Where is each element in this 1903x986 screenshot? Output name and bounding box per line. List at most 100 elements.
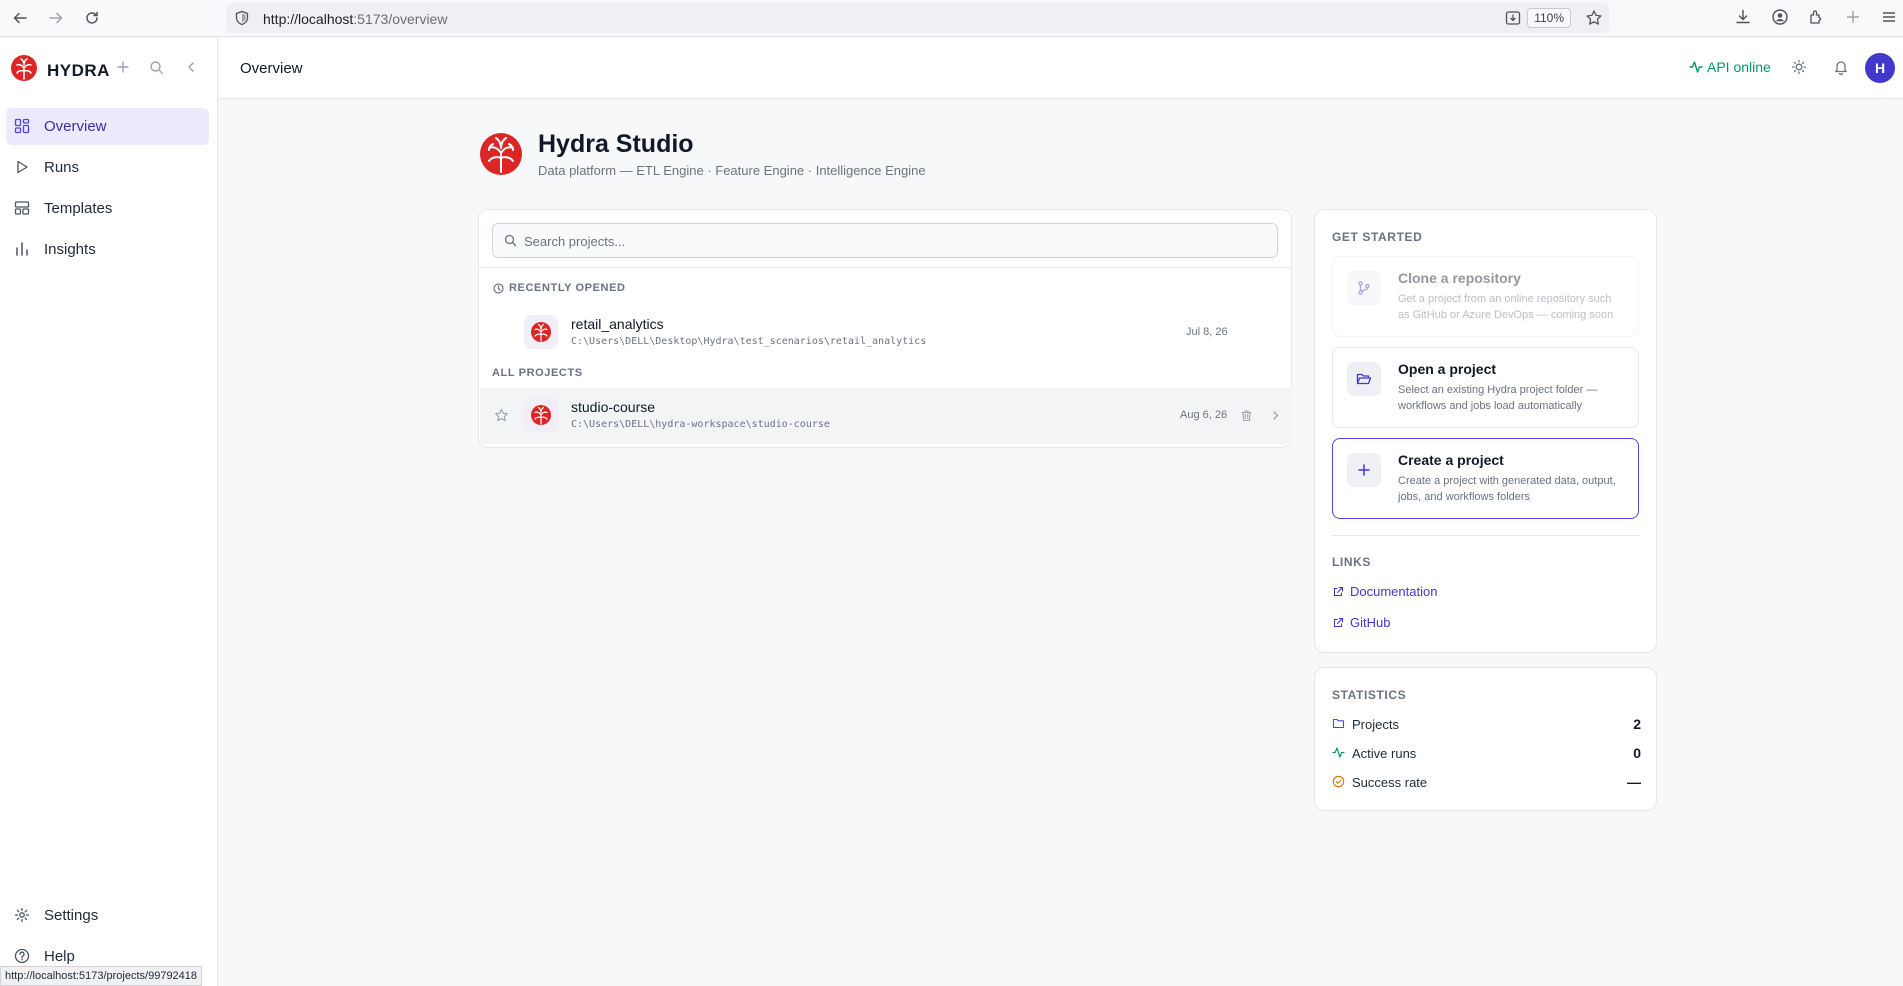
project-date: Aug 6, 26	[1180, 409, 1228, 421]
action-title: Create a project	[1398, 452, 1504, 468]
stat-active-runs: Active runs 0	[1332, 745, 1641, 763]
external-link-icon	[1332, 617, 1350, 629]
reload-icon[interactable]	[81, 7, 103, 29]
hero-subtitle: Data platform — ETL Engine · Feature Eng…	[538, 163, 926, 178]
extensions-icon[interactable]	[1807, 8, 1825, 26]
zoom-level[interactable]: 110%	[1527, 8, 1571, 28]
api-status-label: API online	[1707, 59, 1771, 75]
action-description: Get a project from an online repository …	[1398, 293, 1614, 321]
project-search[interactable]	[492, 223, 1278, 258]
new-tab-icon[interactable]	[1844, 8, 1862, 26]
forward-icon[interactable]	[45, 7, 67, 29]
stat-label: Active runs	[1352, 746, 1417, 761]
project-path: C:\Users\DELL\Desktop\Hydra\test_scenari…	[571, 336, 927, 347]
url-host: http://localhost	[263, 11, 354, 27]
bar-chart-icon	[14, 241, 30, 257]
hydra-logo-icon	[531, 322, 551, 342]
divider	[1332, 535, 1639, 536]
search-icon[interactable]	[149, 60, 164, 75]
clone-repository-button[interactable]: Clone a repository Get a project from an…	[1332, 256, 1639, 337]
project-row[interactable]: studio-course C:\Users\DELL\hydra-worksp…	[480, 388, 1292, 444]
app-header: Overview API online H	[219, 38, 1903, 99]
project-path: C:\Users\DELL\hydra-workspace\studio-cou…	[571, 419, 830, 430]
gear-icon	[14, 907, 30, 923]
sidebar-item-settings[interactable]: Settings	[6, 897, 209, 934]
get-started-card: GET STARTED Clone a repository Get a pro…	[1314, 209, 1657, 653]
add-icon[interactable]	[116, 60, 130, 74]
check-circle-icon	[1332, 775, 1345, 788]
stat-projects: Projects 2	[1332, 716, 1641, 734]
brand-name: HYDRA	[47, 61, 110, 80]
layout-icon	[14, 200, 30, 216]
link-label: Documentation	[1350, 584, 1438, 599]
menu-icon[interactable]	[1880, 8, 1898, 26]
collapse-sidebar-icon[interactable]	[184, 60, 198, 74]
sidebar-item-label: Templates	[44, 200, 113, 217]
user-avatar[interactable]: H	[1865, 53, 1895, 83]
projects-card: RECENTLY OPENED retail_analytics C:\User…	[478, 209, 1292, 448]
project-date: Jul 8, 26	[1186, 326, 1228, 338]
activity-icon	[1332, 746, 1345, 759]
sidebar-item-insights[interactable]: Insights	[6, 231, 209, 268]
hydra-logo-icon	[480, 133, 522, 175]
theme-toggle-sun-icon[interactable]	[1791, 59, 1807, 75]
shield-icon[interactable]	[234, 10, 250, 26]
page-title: Overview	[240, 60, 303, 77]
open-project-button[interactable]: Open a project Select an existing Hydra …	[1332, 347, 1639, 428]
sidebar-item-templates[interactable]: Templates	[6, 190, 209, 227]
clock-icon	[493, 282, 509, 294]
create-project-button[interactable]: Create a project Create a project with g…	[1332, 438, 1639, 519]
url-text[interactable]: http://localhost:5173/overview	[263, 11, 447, 27]
api-status-indicator[interactable]: API online	[1689, 59, 1771, 75]
address-bar[interactable]: http://localhost:5173/overview 110%	[226, 3, 1609, 33]
stat-value: 2	[1633, 716, 1641, 732]
project-name: retail_analytics	[571, 316, 664, 332]
statistics-card: STATISTICS Projects 2 Active runs 0 Succ…	[1314, 667, 1657, 811]
section-label-text: RECENTLY OPENED	[509, 282, 626, 294]
stat-value: —	[1627, 774, 1641, 790]
project-name: studio-course	[571, 399, 656, 415]
statistics-heading: STATISTICS	[1332, 688, 1407, 702]
hydra-studio-logo	[478, 131, 524, 177]
github-link[interactable]: GitHub	[1332, 615, 1390, 630]
documentation-link[interactable]: Documentation	[1332, 584, 1437, 599]
notifications-bell-icon[interactable]	[1833, 59, 1849, 75]
favorite-star-icon[interactable]	[494, 408, 509, 423]
sidebar-item-label: Settings	[44, 907, 99, 924]
sidebar-item-runs[interactable]: Runs	[6, 149, 209, 186]
search-input[interactable]	[524, 230, 1264, 252]
sidebar-item-overview[interactable]: Overview	[6, 108, 209, 145]
action-title: Open a project	[1398, 361, 1497, 377]
help-icon	[14, 948, 30, 964]
folder-open-icon	[1347, 362, 1381, 396]
chevron-right-icon[interactable]	[1269, 409, 1282, 422]
downloads-icon[interactable]	[1734, 8, 1752, 26]
bookmark-star-icon[interactable]	[1585, 9, 1603, 27]
search-icon	[504, 234, 517, 247]
hydra-logo-icon	[531, 405, 551, 425]
page-download-icon[interactable]	[1504, 9, 1522, 27]
account-icon[interactable]	[1771, 8, 1789, 26]
links-heading: LINKS	[1332, 555, 1371, 569]
recent-project-row[interactable]: retail_analytics C:\Users\DELL\Desktop\H…	[480, 305, 1292, 361]
sidebar-item-label: Runs	[44, 159, 80, 176]
all-projects-heading: ALL PROJECTS	[492, 367, 583, 379]
stat-value: 0	[1633, 745, 1641, 761]
external-link-icon	[1332, 586, 1350, 598]
project-logo	[524, 398, 558, 432]
activity-icon	[1689, 60, 1707, 74]
sidebar: HYDRA Overview Runs Templates Insights S…	[0, 38, 218, 986]
git-branch-icon	[1347, 271, 1381, 305]
action-description: Create a project with generated data, ou…	[1398, 475, 1616, 503]
hydra-logo-icon	[11, 55, 37, 81]
brand-logo[interactable]	[10, 54, 38, 82]
action-description: Select an existing Hydra project folder …	[1398, 384, 1598, 412]
back-icon[interactable]	[9, 7, 31, 29]
recently-opened-heading: RECENTLY OPENED	[493, 282, 626, 294]
url-path: :5173/overview	[353, 11, 448, 27]
link-status-tooltip: http://localhost:5173/projects/99792418	[0, 966, 203, 986]
hero-title: Hydra Studio	[538, 130, 694, 158]
delete-trash-icon[interactable]	[1240, 409, 1253, 422]
plus-icon	[1347, 453, 1381, 487]
sidebar-item-label: Insights	[44, 241, 96, 258]
